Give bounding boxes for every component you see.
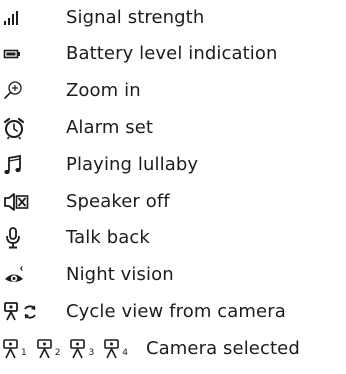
legend-label: Camera selected — [146, 338, 300, 359]
legend-row-speaker: Speaker off — [0, 184, 346, 220]
legend-row-signal: Signal strength — [0, 0, 346, 36]
camera-number: 4 — [122, 348, 128, 358]
alarm-clock-icon — [2, 110, 46, 146]
legend-label: Speaker off — [66, 191, 170, 212]
zoom-in-icon — [2, 73, 46, 109]
camera-number: 2 — [54, 348, 61, 358]
legend-row-night-vision: Night vision — [0, 257, 346, 293]
legend-row-alarm: Alarm set — [0, 110, 346, 146]
legend-label: Alarm set — [66, 117, 154, 138]
speaker-off-icon — [2, 184, 46, 220]
legend-row-talkback: Talk back — [0, 220, 346, 256]
legend-row-lullaby: Playing lullaby — [0, 147, 346, 183]
legend-label: Playing lullaby — [66, 154, 199, 175]
legend-row-battery: Battery level indication — [0, 36, 346, 72]
legend-row-camera-selected: 1 2 3 4 Camera selected — [0, 331, 346, 367]
microphone-icon — [2, 220, 46, 256]
legend-label: Talk back — [66, 227, 150, 248]
legend-label: Battery level indication — [66, 43, 278, 64]
camera-selector-icons: 1 2 3 4 — [2, 331, 137, 367]
legend-label: Cycle view from camera — [66, 301, 286, 322]
cycle-camera-icon — [2, 294, 46, 330]
camera-number: 3 — [88, 348, 95, 358]
signal-strength-icon — [2, 0, 46, 36]
legend-label: Zoom in — [66, 80, 141, 101]
camera-number: 1 — [21, 348, 27, 358]
legend-label: Night vision — [66, 264, 174, 285]
icon-legend: Signal strength Battery level indication… — [0, 0, 346, 374]
camera-2-icon: 2 — [36, 338, 61, 360]
camera-3-icon: 3 — [69, 338, 94, 360]
battery-icon — [2, 36, 46, 72]
legend-row-zoom: Zoom in — [0, 73, 346, 109]
legend-label: Signal strength — [66, 7, 205, 28]
night-vision-icon — [2, 257, 46, 293]
camera-4-icon: 4 — [103, 338, 128, 360]
legend-row-cycle: Cycle view from camera — [0, 294, 346, 330]
camera-1-icon: 1 — [2, 338, 27, 360]
music-note-icon — [2, 147, 46, 183]
